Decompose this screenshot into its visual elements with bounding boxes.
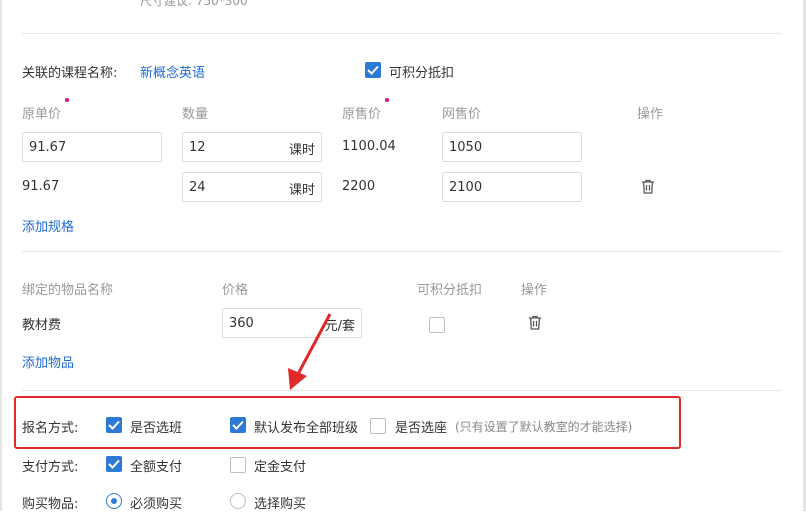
header-goods-points: 可积分抵扣 xyxy=(417,283,483,298)
signup-label: 报名方式: xyxy=(22,421,79,436)
delete-goods-button[interactable] xyxy=(528,315,542,334)
goods-name: 教材费 xyxy=(22,318,62,333)
required-purchase-label: 必须购买 xyxy=(130,497,183,512)
goods-points-checkbox[interactable] xyxy=(429,317,445,333)
net-price-input[interactable]: 1050 xyxy=(442,132,582,162)
select-class-checkbox[interactable] xyxy=(106,417,122,433)
header-unit-price: 原单价 xyxy=(22,107,62,122)
required-dot xyxy=(385,98,389,102)
header-orig-price: 原售价 xyxy=(342,107,382,122)
purchase-label: 购买物品: xyxy=(22,497,79,512)
optional-purchase-radio[interactable] xyxy=(230,493,246,509)
select-seat-checkbox[interactable] xyxy=(370,418,386,434)
header-net-price: 网售价 xyxy=(442,107,482,122)
quantity-input[interactable]: 12 课时 xyxy=(182,132,322,162)
payment-label: 支付方式: xyxy=(22,460,79,475)
select-class-label: 是否选班 xyxy=(130,421,183,436)
select-seat-note: (只有设置了默认教室的才能选择) xyxy=(455,420,633,434)
add-goods-link[interactable]: 添加物品 xyxy=(22,352,74,371)
delete-spec-button[interactable] xyxy=(641,179,655,198)
check-icon xyxy=(367,65,379,75)
divider-spec xyxy=(22,251,782,252)
deposit-payment-checkbox[interactable] xyxy=(230,457,246,473)
orig-price-value: 2200 xyxy=(342,179,376,194)
divider-goods xyxy=(22,390,782,391)
course-points-label: 可积分抵扣 xyxy=(389,66,455,81)
header-quantity: 数量 xyxy=(182,107,209,122)
required-dot xyxy=(65,98,69,102)
course-points-checkbox[interactable] xyxy=(365,62,381,78)
annotation-arrow-icon xyxy=(288,313,332,390)
optional-purchase-label: 选择购买 xyxy=(254,497,307,512)
net-price-input[interactable]: 2100 xyxy=(442,172,582,202)
header-action: 操作 xyxy=(637,107,664,122)
publish-all-checkbox[interactable] xyxy=(230,417,246,433)
check-icon xyxy=(108,420,120,430)
full-payment-checkbox[interactable] xyxy=(106,456,122,472)
unit-price-value: 91.67 xyxy=(22,179,60,194)
select-seat-label: 是否选座 xyxy=(395,421,448,436)
deposit-payment-label: 定金支付 xyxy=(254,460,307,475)
header-goods-action: 操作 xyxy=(521,283,548,298)
orig-price-value: 1100.04 xyxy=(342,139,396,154)
required-purchase-radio[interactable] xyxy=(106,493,122,509)
trash-icon xyxy=(642,179,654,194)
course-label: 关联的课程名称: xyxy=(22,66,118,81)
quantity-unit: 课时 xyxy=(288,183,315,198)
publish-all-label: 默认发布全部班级 xyxy=(254,421,359,436)
header-goods-price: 价格 xyxy=(222,283,249,298)
trash-icon xyxy=(529,315,541,330)
unit-price-input[interactable]: 91.67 xyxy=(22,132,162,162)
full-payment-label: 全额支付 xyxy=(130,460,183,475)
check-icon xyxy=(108,459,120,469)
left-panel-edge xyxy=(0,0,2,511)
header-goods-name: 绑定的物品名称 xyxy=(22,283,114,298)
check-icon xyxy=(232,420,244,430)
quantity-input[interactable]: 24 课时 xyxy=(182,172,322,202)
course-name-link[interactable]: 新概念英语 xyxy=(140,62,205,81)
quantity-unit: 课时 xyxy=(288,143,315,158)
divider-top xyxy=(22,33,782,34)
add-spec-link[interactable]: 添加规格 xyxy=(22,216,74,235)
image-size-hint: 尺寸建议: 750*300 xyxy=(140,0,248,8)
